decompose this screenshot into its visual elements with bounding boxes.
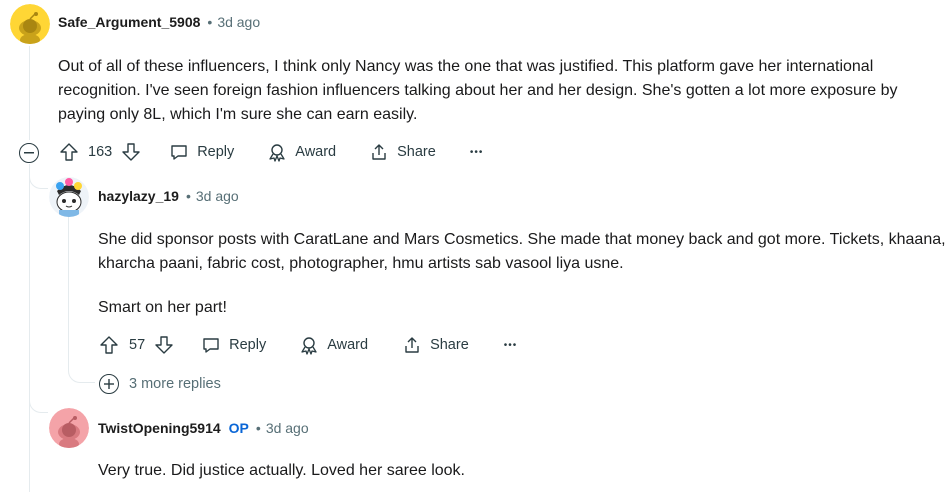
reply-label: Reply [229,337,267,353]
vote-count: 163 [88,144,113,160]
share-button[interactable]: Share [402,335,469,355]
separator-dot: • [255,420,261,436]
avatar[interactable] [49,177,89,217]
award-ribbon-icon [301,337,317,355]
vote-count: 57 [129,337,146,353]
downvote-arrow-icon [155,336,173,354]
award-button[interactable]: Award [299,335,368,355]
speech-bubble-icon [203,338,219,353]
upvote-button[interactable] [59,142,79,162]
more-options-button[interactable]: ••• [504,340,518,351]
thread-line-main-lower [29,164,30,492]
upvote-arrow-icon [100,336,118,354]
op-badge: OP [228,420,249,436]
snoo-avatar-icon [49,408,89,448]
comment-header: TwistOpening5914 OP • 3d ago [98,420,309,436]
plus-circle-icon [99,374,119,394]
downvote-button[interactable] [121,142,141,162]
thread-line-main [29,46,30,140]
collapse-button[interactable] [19,143,39,163]
comment-body: Very true. Did justice actually. Loved h… [98,462,465,479]
more-options-button[interactable]: ••• [470,147,484,158]
share-upload-icon [405,337,419,353]
more-replies-link[interactable]: 3 more replies [99,374,221,394]
minus-circle-icon [24,152,34,154]
downvote-arrow-icon [122,143,140,161]
ellipsis-icon: ••• [469,146,484,158]
speech-bubble-icon [171,145,187,160]
reply-button[interactable]: Reply [201,335,266,355]
avatar[interactable] [10,4,50,44]
comment-body: Smart on her part! [98,299,227,316]
separator-dot: • [185,188,191,204]
share-button[interactable]: Share [369,142,436,162]
separator-dot: • [207,14,213,30]
thread-branch-more [68,358,95,383]
share-upload-icon [372,144,386,160]
reply-button[interactable]: Reply [169,142,234,162]
snoo-avatar-icon [10,4,50,44]
username[interactable]: Safe_Argument_5908 [58,14,200,30]
more-replies-label: 3 more replies [129,376,221,392]
share-label: Share [430,337,469,353]
share-label: Share [397,144,436,160]
upvote-button[interactable] [99,335,119,355]
username[interactable]: TwistOpening5914 [98,420,221,436]
avatar[interactable] [49,408,89,448]
comment-body: Out of all of these influencers, I think… [58,58,898,123]
award-ribbon-icon [269,144,285,162]
award-button[interactable]: Award [267,142,336,162]
upvote-arrow-icon [60,143,78,161]
action-bar: 163 Reply Award Share ••• [59,136,483,168]
username[interactable]: hazylazy_19 [98,188,179,204]
comment-body: She did sponsor posts with CaratLane and… [98,231,946,272]
custom-avatar-icon [49,177,89,217]
award-label: Award [327,337,369,353]
award-label: Award [295,144,337,160]
comment-header: Safe_Argument_5908 • 3d ago [58,14,260,30]
timestamp[interactable]: 3d ago [217,14,260,30]
comment-header: hazylazy_19 • 3d ago [98,188,239,204]
thread-line-reply [68,216,69,366]
ellipsis-icon: ••• [503,339,518,351]
action-bar: 57 Reply Award Share ••• [99,329,517,361]
reply-label: Reply [197,144,235,160]
timestamp[interactable]: 3d ago [266,420,309,436]
thread-branch-1 [29,164,48,189]
downvote-button[interactable] [154,335,174,355]
timestamp[interactable]: 3d ago [196,188,239,204]
thread-branch-2 [29,390,48,413]
